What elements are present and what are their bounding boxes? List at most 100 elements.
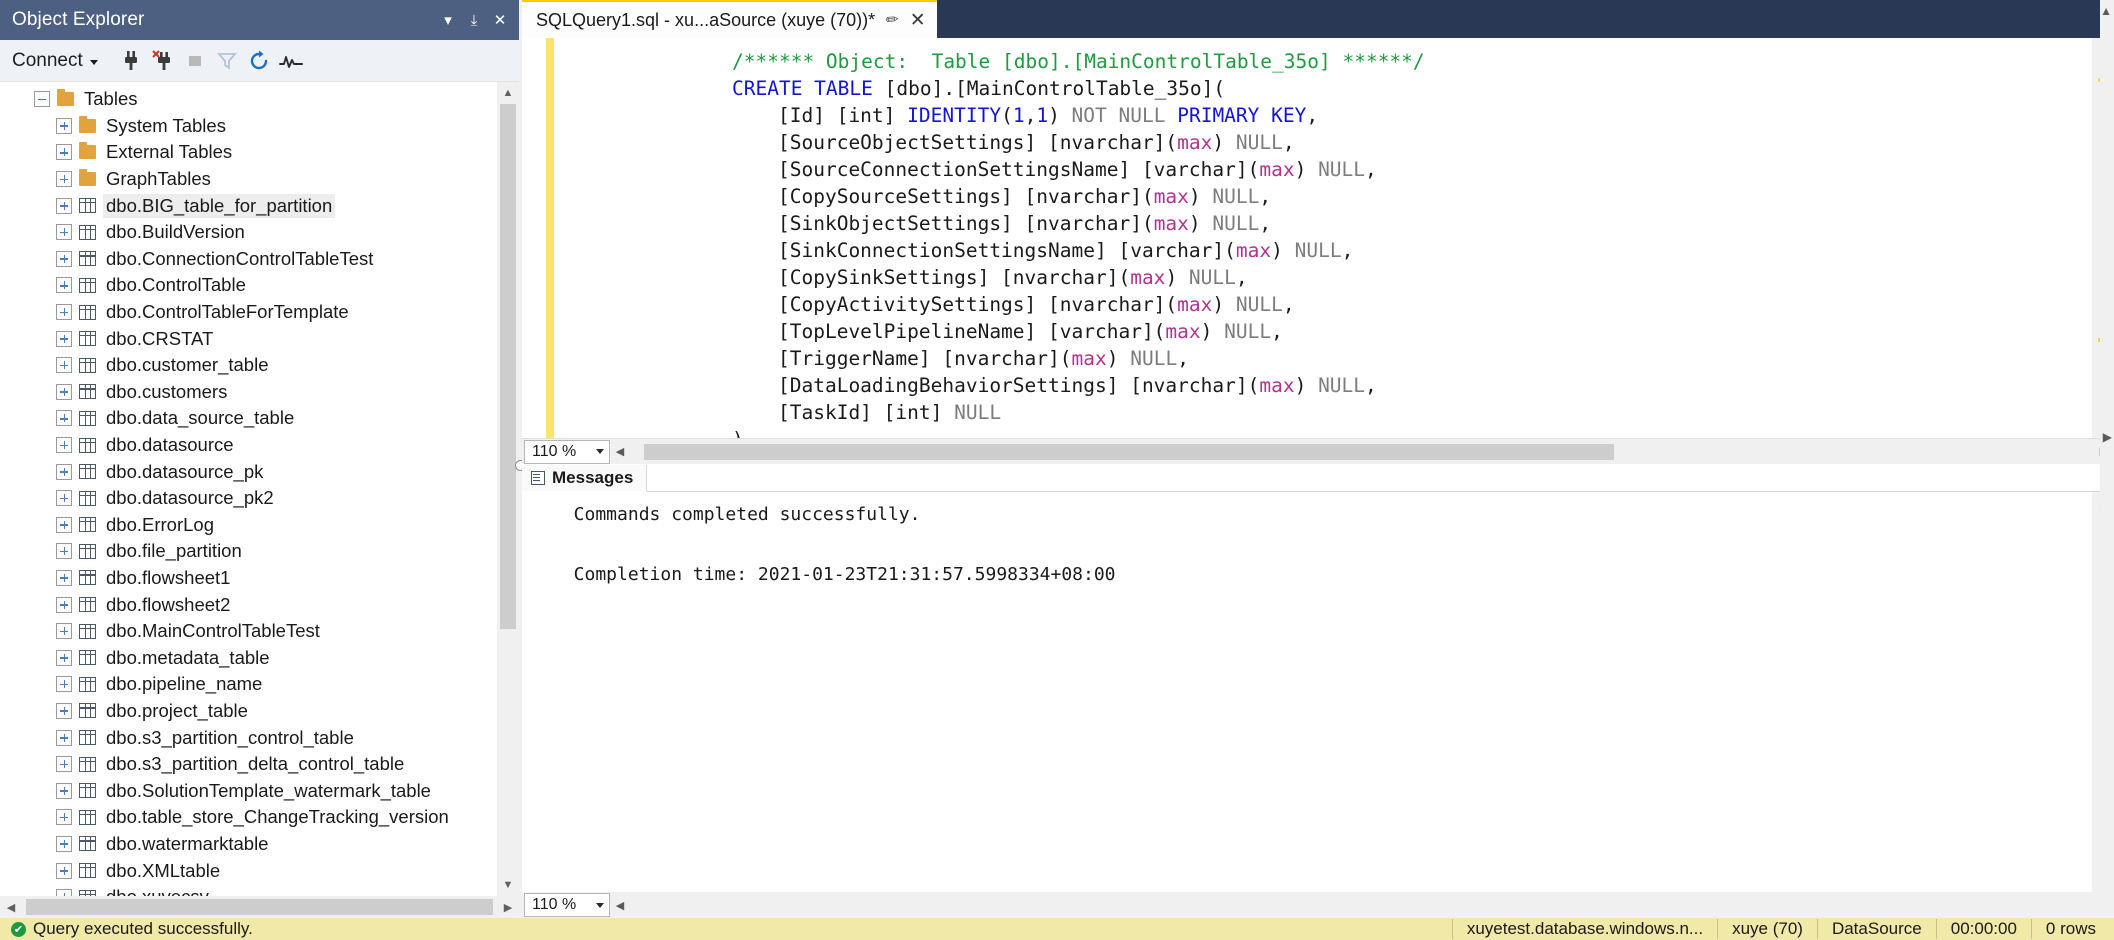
tree-item[interactable]: System Tables [0, 113, 497, 140]
results-zoom-select[interactable]: 110 % [524, 893, 610, 917]
chevron-down-icon [596, 903, 604, 908]
rail-up-icon[interactable]: ▲ [2100, 4, 2112, 18]
scroll-left-icon[interactable]: ◀ [610, 440, 630, 464]
tree-item[interactable]: dbo.datasource_pk [0, 458, 497, 485]
tree-item[interactable]: GraphTables [0, 166, 497, 193]
scroll-down-icon[interactable]: ▼ [497, 874, 519, 896]
tree-horizontal-scrollbar[interactable]: ◀ ▶ [0, 896, 519, 918]
sql-editor[interactable]: /****** Object: Table [dbo].[MainControl… [522, 38, 2114, 438]
tree-item[interactable]: dbo.SolutionTemplate_watermark_table [0, 777, 497, 804]
tree-item[interactable]: dbo.ErrorLog [0, 512, 497, 539]
scrollbar-thumb[interactable] [500, 104, 516, 629]
chevron-down-icon[interactable]: ▾ [435, 5, 461, 35]
scroll-left-icon[interactable]: ◀ [0, 896, 22, 918]
expand-icon[interactable] [56, 809, 72, 825]
expand-icon[interactable] [56, 783, 72, 799]
expand-icon[interactable] [56, 703, 72, 719]
connect-button[interactable]: Connect [8, 48, 104, 74]
expand-icon[interactable] [56, 517, 72, 533]
tree-item[interactable]: dbo.datasource_pk2 [0, 485, 497, 512]
code-token: max [1236, 239, 1271, 262]
sql-code-text[interactable]: /****** Object: Table [dbo].[MainControl… [554, 38, 2092, 438]
tree-item[interactable]: dbo.xuyecsv [0, 884, 497, 896]
expand-icon[interactable] [56, 863, 72, 879]
expand-icon[interactable] [56, 650, 72, 666]
tree-item[interactable]: Tables [0, 86, 497, 113]
close-icon[interactable]: ✕ [487, 5, 513, 35]
expand-icon[interactable] [56, 251, 72, 267]
tree-item[interactable]: dbo.s3_partition_control_table [0, 724, 497, 751]
expand-icon[interactable] [56, 889, 72, 896]
activity-monitor-icon[interactable] [276, 46, 306, 76]
scroll-right-icon[interactable]: ▶ [497, 896, 519, 918]
tree-item[interactable]: dbo.flowsheet1 [0, 565, 497, 592]
expand-icon[interactable] [56, 304, 72, 320]
tree-item[interactable]: dbo.ConnectionControlTableTest [0, 246, 497, 273]
scrollbar-thumb[interactable] [26, 899, 493, 915]
expand-icon[interactable] [56, 490, 72, 506]
tree-item[interactable]: dbo.ControlTableForTemplate [0, 299, 497, 326]
results-hscroll-track[interactable] [630, 893, 2114, 917]
pin-icon[interactable]: ⤓ [461, 5, 487, 35]
expand-icon[interactable] [56, 277, 72, 293]
hscroll-track[interactable] [22, 896, 497, 918]
scrollbar-thumb[interactable] [644, 444, 1614, 460]
expand-icon[interactable] [56, 464, 72, 480]
expand-icon[interactable] [56, 437, 72, 453]
expand-icon[interactable] [56, 224, 72, 240]
expand-icon[interactable] [56, 144, 72, 160]
tree-vertical-scrollbar[interactable]: ▲ ▼ [497, 82, 519, 896]
tab-sqlquery1[interactable]: SQLQuery1.sql - xu...aSource (xuye (70))… [522, 0, 937, 38]
expand-icon[interactable] [56, 730, 72, 746]
tree-item[interactable]: External Tables [0, 139, 497, 166]
expand-icon[interactable] [56, 118, 72, 134]
scroll-left-icon[interactable]: ◀ [610, 893, 630, 917]
expand-icon[interactable] [56, 171, 72, 187]
refresh-icon[interactable] [244, 46, 274, 76]
tree-item[interactable]: dbo.table_store_ChangeTracking_version [0, 804, 497, 831]
tree-item[interactable]: dbo.metadata_table [0, 644, 497, 671]
expand-icon[interactable] [56, 357, 72, 373]
close-icon[interactable]: ✕ [908, 9, 928, 32]
tree-item[interactable]: dbo.pipeline_name [0, 671, 497, 698]
tree-item[interactable]: dbo.CRSTAT [0, 325, 497, 352]
tree-item-label: dbo.data_source_table [103, 406, 297, 430]
expand-icon[interactable] [56, 543, 72, 559]
scroll-up-icon[interactable]: ▲ [497, 82, 519, 104]
editor-zoom-select[interactable]: 110 % [524, 440, 610, 464]
expand-icon[interactable] [56, 331, 72, 347]
object-explorer-tree[interactable]: TablesSystem TablesExternal TablesGraphT… [0, 82, 519, 896]
tree-item[interactable]: dbo.watermarktable [0, 831, 497, 858]
tab-messages[interactable]: Messages [522, 465, 647, 492]
code-line: [Id] [int] IDENTITY(1,1) NOT NULL PRIMAR… [554, 102, 2092, 129]
tree-item[interactable]: dbo.flowsheet2 [0, 591, 497, 618]
tree-item[interactable]: dbo.file_partition [0, 538, 497, 565]
expand-icon[interactable] [56, 410, 72, 426]
expand-icon[interactable] [56, 836, 72, 852]
tree-item[interactable]: dbo.datasource [0, 432, 497, 459]
expand-icon[interactable] [56, 570, 72, 586]
connect-icon[interactable] [116, 46, 146, 76]
tree-item[interactable]: dbo.data_source_table [0, 405, 497, 432]
expand-icon[interactable] [56, 756, 72, 772]
tree-item[interactable]: dbo.BuildVersion [0, 219, 497, 246]
disconnect-icon[interactable] [148, 46, 178, 76]
expand-icon[interactable] [56, 676, 72, 692]
tree-item[interactable]: dbo.ControlTable [0, 272, 497, 299]
object-explorer-title: Object Explorer [12, 9, 435, 31]
tree-item[interactable]: dbo.customers [0, 379, 497, 406]
expand-icon[interactable] [56, 384, 72, 400]
tree-item[interactable]: dbo.s3_partition_delta_control_table [0, 751, 497, 778]
tree-item[interactable]: dbo.XMLtable [0, 857, 497, 884]
pin-icon[interactable]: ✐ [881, 9, 902, 31]
expand-icon[interactable] [56, 198, 72, 214]
expand-icon[interactable] [56, 623, 72, 639]
editor-hscroll-track[interactable] [630, 440, 2094, 464]
tree-item[interactable]: dbo.customer_table [0, 352, 497, 379]
tree-item[interactable]: dbo.BIG_table_for_partition [0, 192, 497, 219]
expand-icon[interactable] [56, 597, 72, 613]
results-tabstrip: Messages [522, 464, 2114, 492]
tree-item[interactable]: dbo.MainControlTableTest [0, 618, 497, 645]
tree-item[interactable]: dbo.project_table [0, 698, 497, 725]
collapse-icon[interactable] [34, 91, 50, 107]
